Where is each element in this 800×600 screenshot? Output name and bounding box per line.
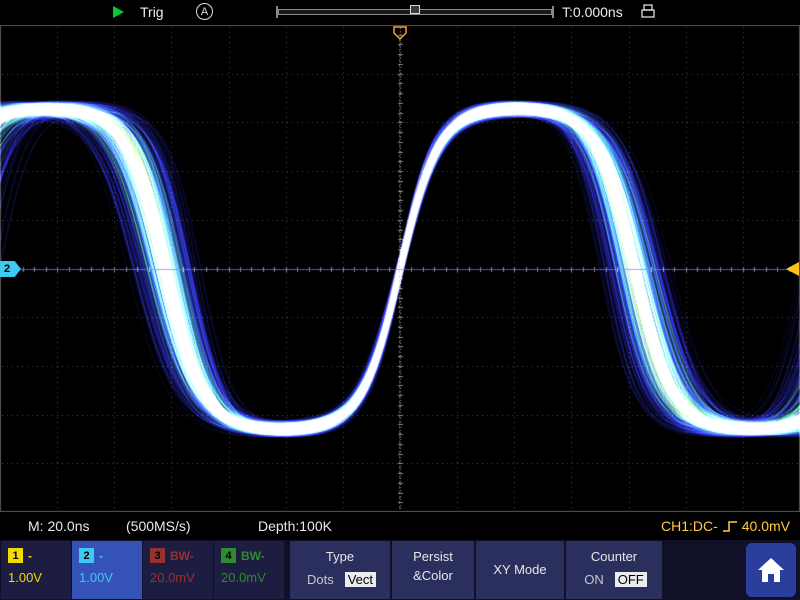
- memory-depth-readout: Depth:100K: [258, 518, 332, 534]
- waveform-display: 2: [0, 25, 800, 512]
- run-trigger-icon: [113, 6, 124, 18]
- ch3-scale: 20.0mV: [150, 570, 213, 585]
- ch4-coupling: BW-: [241, 549, 265, 563]
- ch1-box[interactable]: 1 - 1.00V: [1, 541, 71, 599]
- ch1-coupling: -: [28, 549, 32, 563]
- trigger-source-label: CH1:DC-: [661, 518, 718, 534]
- ch4-scale: 20.0mV: [221, 570, 284, 585]
- ch2-box[interactable]: 2 - 1.00V: [72, 541, 142, 599]
- type-button[interactable]: Type Dots Vect: [290, 541, 390, 599]
- xy-mode-title: XY Mode: [476, 562, 564, 577]
- trig-label: Trig: [140, 4, 164, 20]
- ch3-coupling: BW-: [170, 549, 194, 563]
- horizontal-position-marker[interactable]: [410, 5, 420, 14]
- type-option-vect[interactable]: Vect: [345, 572, 376, 587]
- waveform-canvas: [0, 25, 800, 512]
- ch2-scale: 1.00V: [79, 570, 142, 585]
- ch3-badge: 3: [150, 548, 165, 563]
- xy-mode-button[interactable]: XY Mode: [476, 541, 564, 599]
- home-icon: [756, 556, 786, 584]
- ch4-box[interactable]: 4 BW- 20.0mV: [214, 541, 284, 599]
- trigger-level-label: 40.0mV: [742, 518, 790, 534]
- timebase-readout: M: 20.0ns: [28, 518, 89, 534]
- counter-option-on[interactable]: ON: [581, 572, 607, 587]
- persist-title-line2: &Color: [392, 568, 474, 583]
- samplerate-readout: (500MS/s): [126, 518, 191, 534]
- counter-button[interactable]: Counter ON OFF: [566, 541, 662, 599]
- trigger-settings-readout: CH1:DC- 40.0mV: [661, 518, 790, 534]
- rising-edge-icon: [722, 520, 738, 533]
- persist-title-line1: Persist: [392, 549, 474, 564]
- ch3-box[interactable]: 3 BW- 20.0mV: [143, 541, 213, 599]
- trigger-position-marker[interactable]: [392, 26, 408, 41]
- persist-color-button[interactable]: Persist &Color: [392, 541, 474, 599]
- auto-trigger-icon: A: [196, 3, 213, 20]
- trigger-time-readout: T:0.000ns: [562, 4, 623, 20]
- ch2-badge: 2: [79, 548, 94, 563]
- bottom-menu-bar: 1 - 1.00V 2 - 1.00V 3 BW- 20.0mV 4 BW-: [0, 540, 800, 600]
- home-button[interactable]: [746, 543, 796, 597]
- horizontal-position-slider[interactable]: [278, 9, 552, 15]
- ch1-badge: 1: [8, 548, 23, 563]
- top-status-bar: Trig A T:0.000ns: [0, 0, 800, 25]
- type-title: Type: [290, 549, 390, 564]
- ch1-scale: 1.00V: [8, 570, 71, 585]
- printer-icon[interactable]: [640, 4, 656, 20]
- ch4-badge: 4: [221, 548, 236, 563]
- counter-title: Counter: [566, 549, 662, 564]
- status-bar: M: 20.0ns (500MS/s) Depth:100K CH1:DC- 4…: [0, 512, 800, 540]
- oscilloscope-screen: Trig A T:0.000ns 2 M: 20.0ns (500MS/s) D…: [0, 0, 800, 600]
- trigger-position-line: [399, 39, 400, 509]
- counter-option-off[interactable]: OFF: [615, 572, 647, 587]
- ch2-coupling: -: [99, 549, 103, 563]
- type-option-dots[interactable]: Dots: [304, 572, 337, 587]
